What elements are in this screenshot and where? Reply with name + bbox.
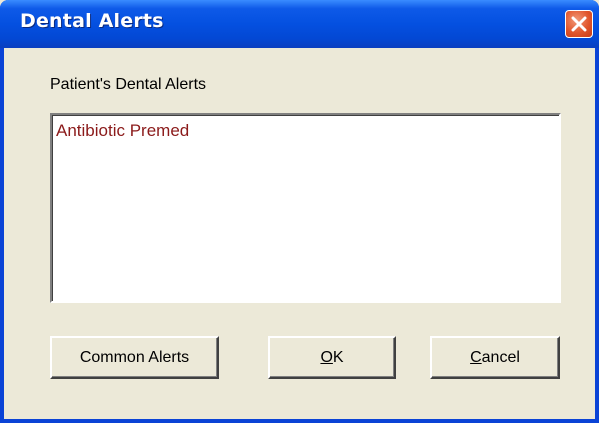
cancel-button[interactable]: Cancel (430, 336, 560, 379)
common-alerts-label: Common Alerts (79, 349, 190, 366)
close-button[interactable] (565, 10, 593, 38)
ok-label: K (332, 349, 344, 366)
alert-item[interactable]: Antibiotic Premed (56, 121, 189, 141)
alerts-label: Patient's Dental Alerts (50, 76, 207, 93)
cancel-accelerator: C (470, 349, 482, 366)
dental-alerts-dialog: Dental Alerts Patient's Dental Alerts An… (0, 0, 599, 423)
ok-button[interactable]: OK (268, 336, 396, 379)
ok-accelerator: O (320, 349, 333, 366)
close-icon (571, 16, 587, 32)
common-alerts-button[interactable]: Common Alerts (50, 336, 219, 379)
alerts-listbox[interactable]: Antibiotic Premed (50, 113, 561, 303)
cancel-label: ancel (481, 349, 520, 366)
window-title: Dental Alerts (20, 10, 164, 32)
title-bar[interactable]: Dental Alerts (0, 0, 599, 48)
